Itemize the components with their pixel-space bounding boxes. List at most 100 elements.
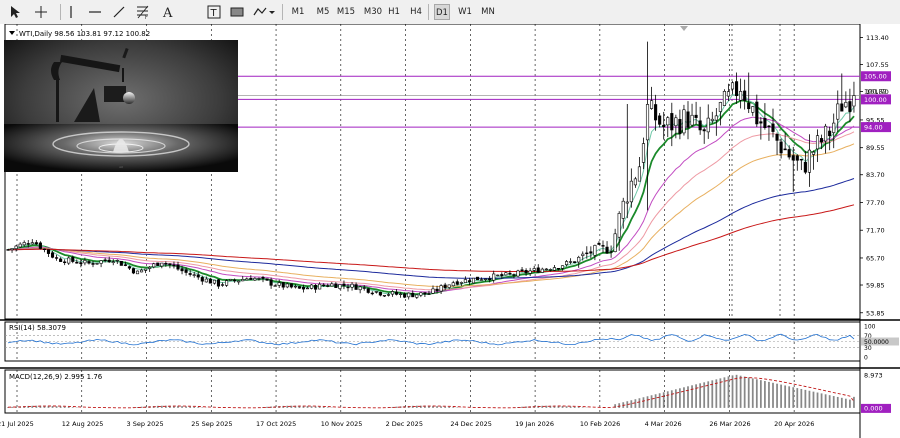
candle-body (480, 279, 484, 281)
candle-body (621, 200, 625, 219)
candle-body (305, 287, 310, 290)
crosshair-icon[interactable] (32, 3, 50, 21)
vertical-line-icon[interactable] (64, 3, 78, 21)
candle-body (26, 243, 30, 245)
candle-body (196, 274, 200, 278)
candle-body (605, 246, 609, 254)
symbol-ohlc-header: WTI,Daily 98.56 103.81 97.12 100.82 (19, 30, 150, 38)
svg-text:A: A (162, 6, 173, 19)
candle-body (844, 101, 848, 108)
candle-body (556, 267, 561, 270)
time-axis-label: 20 Apr 2026 (774, 420, 814, 428)
candle-body (783, 148, 787, 151)
cursor-icon[interactable] (6, 3, 24, 21)
candle-body (722, 91, 726, 106)
candle-body (690, 114, 694, 126)
candle-body (95, 263, 99, 265)
timeframe-m15[interactable]: M15 (336, 4, 356, 20)
time-axis-label: 10 Nov 2025 (321, 420, 363, 428)
timeframe-m1[interactable]: M1 (290, 4, 306, 20)
candle-body (22, 242, 26, 246)
shapes-dropdown-icon[interactable] (252, 3, 276, 21)
candle-body (362, 287, 366, 289)
timeframe-m5[interactable]: M5 (314, 4, 332, 20)
candle-body (310, 284, 314, 289)
candle-body (63, 261, 67, 264)
candle-body (674, 117, 678, 127)
candle-body (641, 143, 646, 163)
trendline-icon[interactable] (110, 3, 128, 21)
svg-text:F: F (145, 15, 148, 19)
candle-body (836, 103, 840, 120)
candle-body (536, 267, 540, 273)
candle-body (350, 283, 354, 288)
fibonacci-icon[interactable]: F (134, 3, 152, 21)
candle-body (484, 278, 488, 280)
candle-body (467, 280, 471, 283)
candle-body (326, 285, 330, 287)
text-label-icon[interactable]: T (206, 3, 222, 21)
candle-body (617, 213, 621, 238)
candle-body (520, 269, 524, 272)
price-axis-label: 59.85 (866, 282, 885, 290)
candle-body (281, 282, 285, 288)
timeframe-mn[interactable]: MN (478, 4, 498, 20)
time-axis-label: 10 Feb 2026 (580, 420, 620, 428)
candle-body (767, 125, 771, 128)
candle-body (208, 278, 212, 284)
text-icon[interactable]: A (160, 3, 176, 21)
candle-body (135, 270, 140, 275)
candle-body (67, 257, 71, 264)
candle-body (475, 276, 480, 281)
candle-body (682, 109, 686, 134)
candle-body (156, 262, 160, 266)
horizontal-line-icon[interactable] (86, 3, 104, 21)
price-axis-label: 71.70 (866, 227, 885, 235)
candle-body (152, 263, 156, 268)
candle-body (301, 287, 306, 290)
timeframe-w1[interactable]: W1 (456, 4, 474, 20)
macd-label: MACD(12,26,9) 2.995 1.76 (9, 373, 103, 381)
timeframe-h1[interactable]: H1 (386, 4, 402, 20)
candle-body (423, 292, 427, 295)
candle-body (702, 129, 706, 132)
price-axis-label: 107.55 (866, 61, 889, 69)
candle-body (46, 249, 51, 254)
candle-body (176, 264, 180, 270)
candle-body (285, 283, 289, 288)
level-price-label: 94.00 (864, 124, 883, 132)
candle-body (253, 278, 257, 281)
time-axis-label: 17 Oct 2025 (256, 420, 296, 428)
price-axis-label: 89.55 (866, 144, 885, 152)
rsi-axis-label: 100 (864, 324, 876, 331)
candle-body (763, 118, 767, 129)
timeframe-h4[interactable]: H4 (408, 4, 424, 20)
candle-body (577, 256, 581, 263)
candle-body (824, 125, 828, 142)
candle-body (30, 242, 34, 245)
candle-body (852, 95, 856, 107)
candle-body (492, 273, 496, 281)
candle-body (601, 245, 605, 247)
candle-body (488, 278, 492, 281)
candle-body (14, 245, 18, 249)
timeframe-d1[interactable]: D1 (434, 4, 450, 20)
candle-body (229, 279, 233, 281)
candle-body (698, 120, 702, 131)
candle-body (297, 286, 301, 289)
candle-body (508, 272, 512, 275)
candle-body (743, 90, 747, 101)
candle-body (261, 277, 265, 279)
candle-body (75, 261, 79, 264)
candle-body (625, 201, 629, 204)
candle-body (415, 294, 419, 298)
candle-body (532, 268, 536, 271)
candle-body (832, 122, 836, 133)
candle-body (293, 285, 297, 288)
timeframe-m30[interactable]: M30 (362, 4, 384, 20)
rectangle-icon[interactable] (228, 3, 246, 21)
candle-body (269, 279, 273, 286)
candle-body (358, 286, 362, 291)
candle-body (382, 295, 386, 297)
candle-body (160, 262, 164, 267)
